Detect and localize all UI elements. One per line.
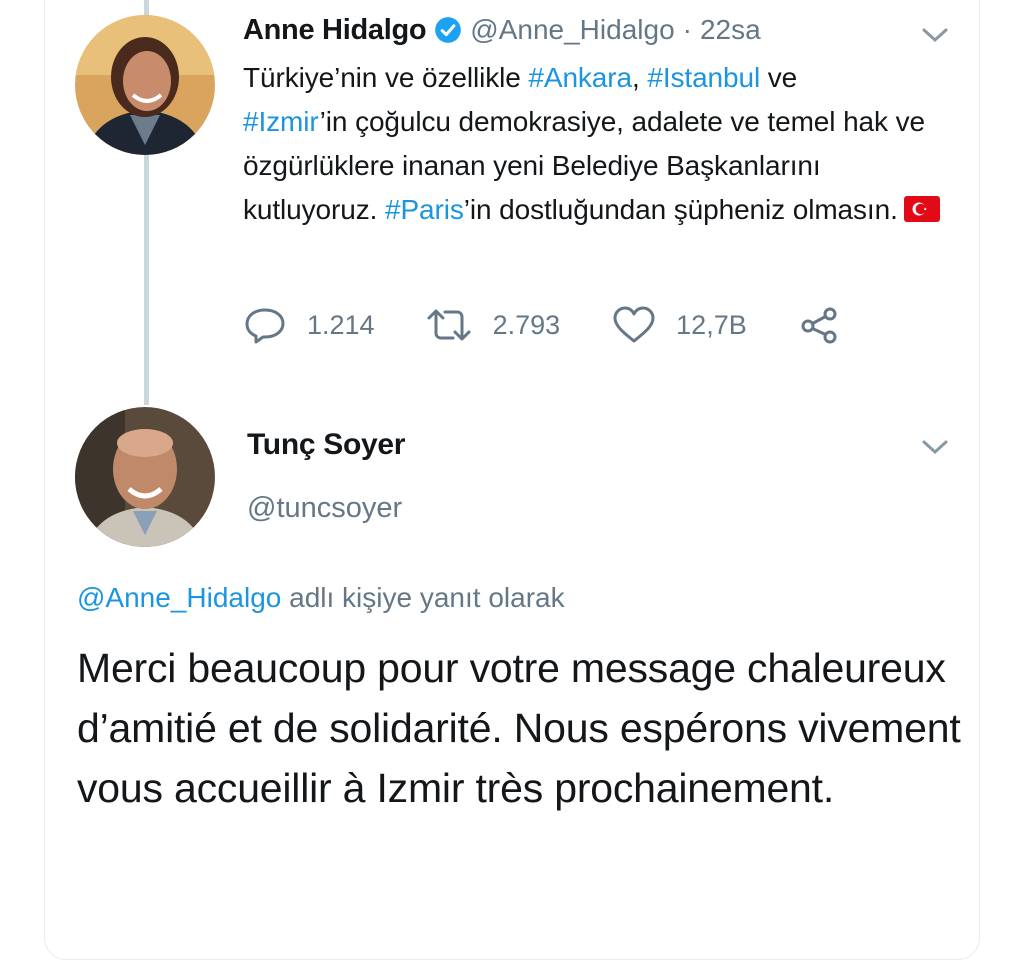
tweet-text-segment: , [631, 62, 648, 93]
author-handle[interactable]: @Anne_Hidalgo [470, 14, 674, 46]
reply-context: @Anne_Hidalgo adlı kişiye yanıt olarak [77, 582, 565, 614]
chevron-down-icon[interactable] [920, 437, 950, 457]
reply-count: 1.214 [307, 309, 375, 340]
retweet-button[interactable]: 2.793 [425, 305, 561, 345]
reply-icon [245, 308, 285, 344]
hashtag-link[interactable]: #Istanbul [647, 62, 760, 93]
avatar-tunc-soyer[interactable] [75, 407, 215, 547]
share-button[interactable] [799, 305, 839, 345]
hashtag-link[interactable]: #Ankara [528, 62, 632, 93]
reply-to-suffix: adlı kişiye yanıt olarak [281, 582, 565, 613]
reply-to-mention-link[interactable]: @Anne_Hidalgo [77, 582, 281, 613]
tweet-text-segment: ve [760, 62, 798, 93]
tweet1-header: Anne Hidalgo @Anne_Hidalgo · 22sa [243, 10, 761, 50]
hashtag-link[interactable]: #Paris [385, 194, 464, 225]
like-button[interactable]: 12,7B [612, 305, 747, 345]
tweet-text-segment: ’in dostluğundan şüpheniz olmasın. [463, 194, 898, 225]
verified-badge-icon [434, 16, 462, 44]
tweet2-text: Merci beaucoup pour votre message chaleu… [77, 645, 961, 811]
retweet-count: 2.793 [492, 309, 561, 340]
hashtag-link[interactable]: #Izmir [243, 106, 320, 137]
author-name[interactable]: Anne Hidalgo [243, 14, 427, 47]
tweet1-action-bar: 1.214 2.793 12,7B [243, 300, 839, 350]
share-icon [801, 307, 837, 344]
author-name[interactable]: Tunç Soyer [247, 428, 405, 462]
like-count: 12,7B [676, 309, 747, 340]
retweet-icon [427, 309, 471, 341]
avatar-anne-hidalgo[interactable] [75, 15, 215, 155]
turkey-flag-icon [903, 191, 940, 222]
author-handle[interactable]: @tuncsoyer [247, 492, 402, 525]
reply-button[interactable]: 1.214 [243, 305, 375, 345]
tweet1-text: Türkiye’nin ve özellikle #Ankara, #Istan… [243, 56, 943, 232]
tweet-text-segment: Türkiye’nin ve özellikle [243, 62, 529, 93]
chevron-down-icon[interactable] [920, 25, 950, 45]
separator-dot: · [682, 14, 692, 45]
tweet-timestamp[interactable]: 22sa [700, 14, 761, 46]
heart-icon [613, 306, 655, 343]
